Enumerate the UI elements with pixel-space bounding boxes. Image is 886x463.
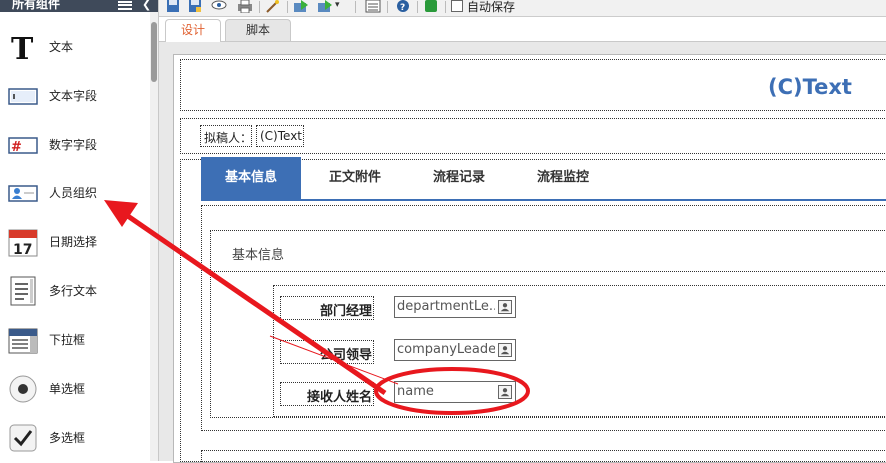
document-tabs: 基本信息 正文附件 流程记录 流程监控	[201, 157, 886, 201]
tab-attachments[interactable]: 正文附件	[305, 157, 405, 199]
tab-basic-info[interactable]: 基本信息	[201, 157, 301, 199]
magic-wand-icon[interactable]	[265, 0, 281, 13]
multiline-text-icon	[10, 276, 36, 306]
help-icon[interactable]: ?	[395, 0, 411, 13]
save-icon[interactable]	[165, 0, 181, 13]
component-label: 单选框	[49, 382, 86, 396]
print-icon[interactable]	[237, 0, 253, 13]
hamburger-menu-icon[interactable]	[118, 1, 132, 10]
component-dropdown[interactable]: 下拉框	[0, 315, 148, 363]
component-label: 多行文本	[49, 284, 98, 298]
component-checkbox[interactable]: 多选框	[0, 413, 148, 461]
calendar-icon: 17	[8, 229, 38, 257]
import-icon[interactable]	[293, 0, 309, 13]
sidebar-title: 所有组件	[12, 0, 61, 11]
tab-script[interactable]: 脚本	[225, 19, 291, 41]
collapse-chevron-icon[interactable]: ❮	[142, 0, 151, 10]
export-icon[interactable]	[317, 0, 333, 13]
autosave-checkbox[interactable]	[451, 0, 463, 12]
dropdown-icon	[8, 328, 38, 354]
component-text-field[interactable]: 文本字段	[0, 71, 148, 119]
component-label: 下拉框	[49, 333, 86, 347]
company-leader-input[interactable]: companyLeader	[394, 339, 516, 361]
tab-flow-records[interactable]: 流程记录	[409, 157, 509, 199]
radio-icon	[9, 375, 37, 403]
recipient-name-value: name	[397, 384, 434, 399]
svg-text:?: ?	[400, 3, 405, 13]
svg-text:17: 17	[13, 242, 32, 257]
tab-design[interactable]: 设计	[165, 19, 221, 42]
tab-flow-monitor[interactable]: 流程监控	[513, 157, 613, 199]
component-label: 文本字段	[49, 89, 98, 103]
component-radio[interactable]: 单选框	[0, 364, 148, 412]
person-org-icon	[8, 185, 38, 202]
component-label: 文本	[49, 40, 74, 54]
checkbox-icon	[9, 424, 37, 452]
toolbar: ▾ ? 自动保存	[159, 0, 886, 17]
sidebar-scrollbar[interactable]	[150, 12, 158, 461]
properties-icon[interactable]	[365, 0, 381, 13]
toolbar-separator	[355, 1, 356, 13]
next-section-panel[interactable]	[201, 450, 886, 462]
dept-manager-input[interactable]: departmentLe...	[394, 296, 516, 318]
editor-tabbar: 设计 脚本	[159, 17, 886, 42]
sidebar-header: 所有组件 ❮	[0, 0, 158, 12]
scrollbar-thumb[interactable]	[151, 22, 157, 82]
toolbar-separator	[445, 1, 446, 13]
person-picker-icon[interactable]	[498, 385, 512, 399]
component-label: 人员组织	[49, 186, 98, 200]
section-title: 基本信息	[232, 248, 285, 263]
toolbar-separator	[287, 1, 288, 13]
company-leader-value: companyLeader	[397, 342, 495, 357]
form-title[interactable]: (C)Text	[768, 75, 852, 99]
component-multiline-text[interactable]: 多行文本	[0, 266, 148, 314]
component-text[interactable]: T 文本	[0, 22, 148, 70]
autosave-label: 自动保存	[467, 0, 516, 14]
toolbar-separator	[417, 1, 418, 13]
dept-manager-value: departmentLe...	[397, 299, 495, 314]
component-number-field[interactable]: # 数字字段	[0, 120, 148, 168]
component-label: 日期选择	[49, 235, 98, 249]
save-as-icon[interactable]	[187, 0, 203, 13]
form-design-area: (C)Text 拟稿人： (C)Text 基本信息 正文附件 流程记录 流程监控…	[173, 54, 886, 463]
green-app-icon[interactable]	[423, 0, 439, 13]
person-picker-icon[interactable]	[498, 300, 512, 314]
field-label-recipient-name: 接收人姓名	[306, 390, 372, 405]
toolbar-separator	[387, 1, 388, 13]
svg-text:T: T	[11, 32, 34, 62]
field-label-company-leader: 公司领导	[319, 348, 372, 363]
preview-eye-icon[interactable]	[211, 0, 227, 13]
component-label: 数字字段	[49, 138, 98, 152]
section-divider	[210, 271, 886, 272]
export-dropdown-arrow-icon[interactable]: ▾	[335, 0, 340, 10]
number-field-icon: #	[8, 137, 38, 155]
field-label-dept-manager: 部门经理	[319, 304, 372, 319]
recipient-name-input[interactable]: name	[394, 381, 516, 403]
drafter-label: 拟稿人：	[204, 131, 253, 145]
person-picker-icon[interactable]	[498, 343, 512, 357]
text-field-icon	[8, 88, 38, 105]
component-person-org[interactable]: 人员组织	[0, 168, 148, 216]
component-sidebar: 所有组件 ❮ T 文本 文本字段 # 数字字段 人员组织 17 日期选择 多行文…	[0, 0, 159, 461]
component-date-picker[interactable]: 17 日期选择	[0, 217, 148, 265]
svg-text:#: #	[11, 140, 22, 155]
text-t-icon: T	[11, 32, 34, 62]
component-label: 多选框	[49, 431, 86, 445]
drafter-value: (C)Text	[260, 129, 303, 143]
toolbar-separator	[259, 1, 260, 13]
design-canvas: (C)Text 拟稿人： (C)Text 基本信息 正文附件 流程记录 流程监控…	[159, 42, 886, 463]
